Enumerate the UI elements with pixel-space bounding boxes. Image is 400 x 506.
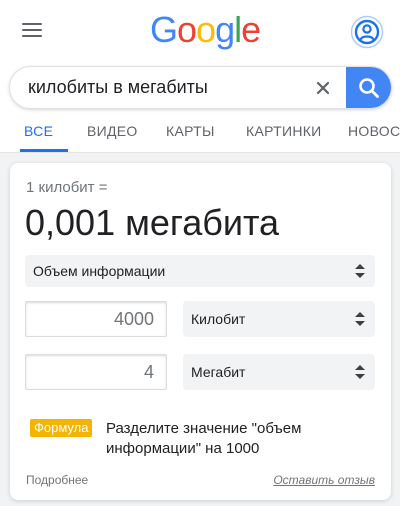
from-unit-select[interactable]: Килобит bbox=[183, 301, 375, 337]
from-unit-label: Килобит bbox=[191, 311, 246, 327]
logo-letter: e bbox=[241, 9, 261, 50]
search-bar-area bbox=[0, 60, 400, 115]
search-box bbox=[9, 66, 392, 109]
more-link[interactable]: Подробнее bbox=[26, 473, 88, 487]
logo-letter: g bbox=[215, 9, 235, 50]
search-tabs: ВСЕ ВИДЕО КАРТЫ КАРТИНКИ НОВОС bbox=[0, 115, 400, 153]
tab-images[interactable]: КАРТИНКИ bbox=[246, 115, 322, 152]
conversion-from-text: 1 килобит = bbox=[26, 179, 108, 196]
tab-news[interactable]: НОВОС bbox=[348, 115, 400, 152]
close-icon[interactable] bbox=[310, 75, 336, 101]
select-arrows-icon bbox=[355, 264, 365, 278]
search-input[interactable] bbox=[28, 67, 318, 108]
conversion-result: 0,001 мегабита bbox=[25, 202, 280, 243]
feedback-link[interactable]: Оставить отзыв bbox=[273, 473, 375, 487]
tab-maps[interactable]: КАРТЫ bbox=[166, 115, 215, 152]
logo-letter: G bbox=[150, 9, 178, 50]
category-select-label: Объем информации bbox=[33, 263, 166, 279]
from-value-input[interactable] bbox=[25, 301, 167, 337]
unit-converter-card: 1 килобит = 0,001 мегабита Объем информа… bbox=[10, 163, 391, 500]
top-bar: Google bbox=[0, 0, 400, 60]
tab-all[interactable]: ВСЕ bbox=[20, 115, 68, 152]
select-arrows-icon bbox=[355, 365, 365, 379]
to-unit-label: Мегабит bbox=[191, 364, 246, 380]
google-logo[interactable]: Google bbox=[150, 9, 261, 50]
logo-letter: o bbox=[196, 9, 216, 50]
logo-letter: o bbox=[177, 9, 197, 50]
search-button[interactable] bbox=[346, 67, 391, 108]
select-arrows-icon bbox=[355, 312, 365, 326]
tab-video[interactable]: ВИДЕО bbox=[87, 115, 138, 152]
to-unit-select[interactable]: Мегабит bbox=[183, 354, 375, 390]
category-select[interactable]: Объем информации bbox=[25, 255, 375, 287]
hamburger-menu-icon[interactable] bbox=[18, 18, 46, 42]
formula-badge: Формула bbox=[30, 419, 93, 437]
account-circle-icon[interactable] bbox=[350, 15, 384, 49]
logo-letter: l bbox=[234, 9, 242, 50]
formula-text: Разделите значение "объем информации" на… bbox=[106, 420, 302, 457]
search-icon bbox=[359, 78, 379, 98]
to-value-input[interactable] bbox=[25, 354, 167, 390]
